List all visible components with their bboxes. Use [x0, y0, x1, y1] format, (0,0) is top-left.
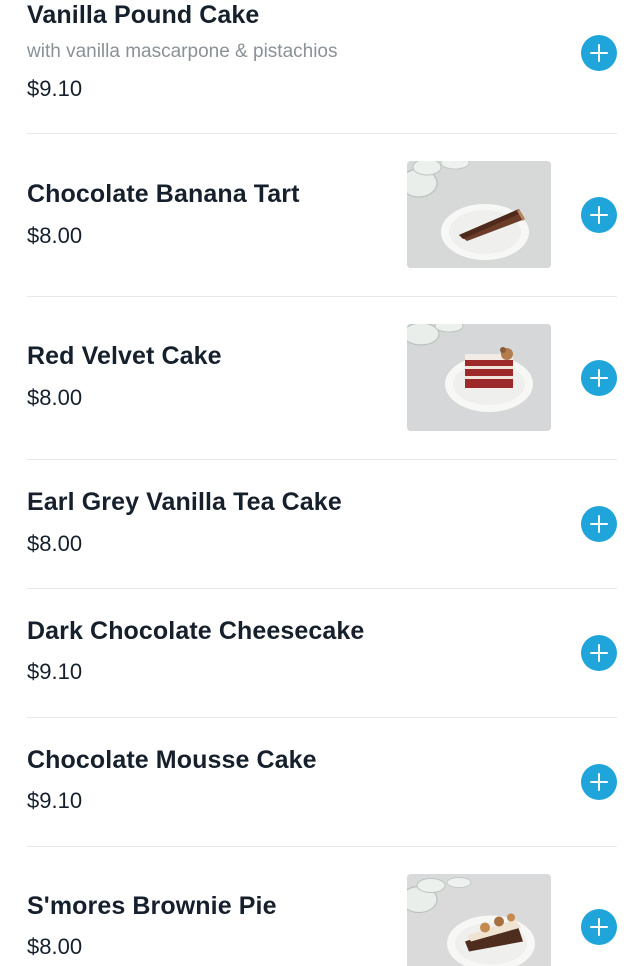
item-price: $9.10 [27, 659, 83, 684]
menu-item-dark-chocolate-cheesecake[interactable]: Dark Chocolate Cheesecake $9.10 [0, 589, 644, 718]
menu-item-smores-brownie-pie[interactable]: S'mores Brownie Pie $8.00 [0, 847, 644, 966]
menu-item-chocolate-mousse-cake[interactable]: Chocolate Mousse Cake $9.10 [0, 718, 644, 847]
plus-icon [590, 206, 608, 224]
item-photo[interactable] [407, 324, 551, 431]
add-to-cart-button[interactable] [581, 35, 617, 71]
plus-icon [590, 644, 608, 662]
item-price: $8.00 [27, 934, 83, 959]
tart-photo-image [407, 161, 551, 268]
item-name: Dark Chocolate Cheesecake [27, 617, 365, 645]
menu-item-vanilla-pound-cake[interactable]: Vanilla Pound Cake with vanilla mascarpo… [0, 0, 644, 134]
item-name: Red Velvet Cake [27, 342, 222, 370]
menu-item-chocolate-banana-tart[interactable]: Chocolate Banana Tart $8.00 [0, 134, 644, 297]
item-name: Earl Grey Vanilla Tea Cake [27, 488, 342, 516]
plus-icon [590, 918, 608, 936]
item-price: $9.10 [27, 788, 83, 813]
add-to-cart-button[interactable] [581, 197, 617, 233]
red-velvet-photo-image [407, 324, 551, 431]
item-price: $8.00 [27, 385, 83, 410]
plus-icon [590, 44, 608, 62]
add-to-cart-button[interactable] [581, 506, 617, 542]
item-price: $9.10 [27, 76, 83, 101]
plus-icon [590, 369, 608, 387]
add-to-cart-button[interactable] [581, 635, 617, 671]
item-price: $8.00 [27, 531, 83, 556]
item-price: $8.00 [27, 223, 83, 248]
item-photo[interactable] [407, 874, 551, 966]
item-name: Chocolate Banana Tart [27, 180, 300, 208]
add-to-cart-button[interactable] [581, 909, 617, 945]
item-photo[interactable] [407, 161, 551, 268]
menu-list: Vanilla Pound Cake with vanilla mascarpo… [0, 0, 644, 966]
plus-icon [590, 515, 608, 533]
add-to-cart-button[interactable] [581, 764, 617, 800]
smores-photo-image [407, 877, 551, 966]
item-name: Vanilla Pound Cake [27, 1, 260, 29]
item-description: with vanilla mascarpone & pistachios [27, 41, 338, 62]
plus-icon [590, 773, 608, 791]
item-name: S'mores Brownie Pie [27, 892, 277, 920]
item-name: Chocolate Mousse Cake [27, 746, 317, 774]
menu-item-earl-grey-vanilla-tea-cake[interactable]: Earl Grey Vanilla Tea Cake $8.00 [0, 460, 644, 589]
menu-item-red-velvet-cake[interactable]: Red Velvet Cake $8.00 [0, 297, 644, 460]
add-to-cart-button[interactable] [581, 360, 617, 396]
